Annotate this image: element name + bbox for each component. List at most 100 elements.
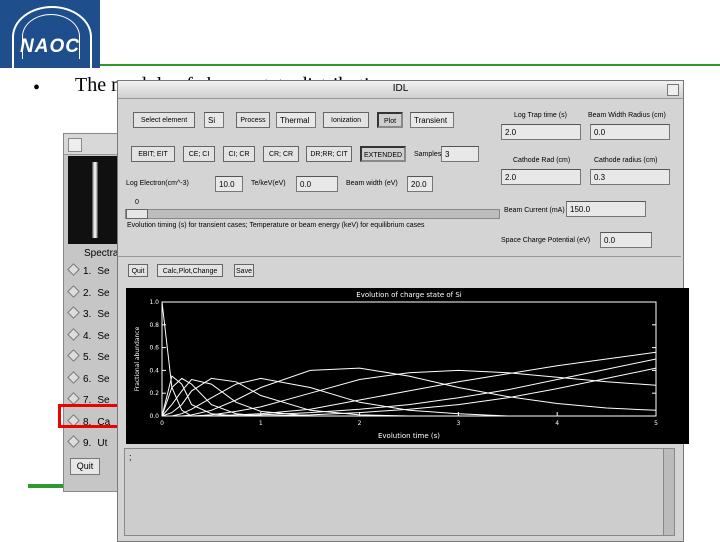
x-tick-label: 1 — [259, 420, 263, 427]
spectral-image — [68, 156, 124, 244]
log-density-label: Log Electron(cm^-3) — [126, 180, 189, 187]
calc-plot-change-button[interactable]: Calc,Plot,Change — [157, 264, 223, 277]
beam-width-field[interactable]: 20.0 — [407, 176, 433, 192]
quit-button[interactable]: Quit — [128, 264, 148, 277]
ebit-button[interactable]: EBIT; EIT — [131, 146, 175, 162]
log-trap-label: Log Trap time (s) — [514, 112, 567, 119]
te-label: Te/keV(eV) — [251, 180, 286, 187]
dr-rr-button[interactable]: DR;RR; CIT — [306, 146, 352, 162]
beam-radius-field[interactable]: 0.0 — [590, 124, 670, 140]
x-tick-label: 3 — [456, 420, 460, 427]
samples-label: Samples — [414, 151, 442, 158]
panel-separator — [118, 256, 681, 257]
process-field[interactable]: Thermal — [276, 112, 316, 128]
plot-canvas: Evolution of charge state of Si Evolution… — [134, 291, 658, 440]
window-title: IDL — [392, 83, 409, 94]
option-number: 9. — [83, 438, 92, 449]
logo-text: NAOC — [20, 36, 80, 57]
x-tick-label: 2 — [358, 420, 362, 427]
console-prompt: ; — [129, 452, 132, 462]
cathode-radius-field[interactable]: 0.3 — [590, 169, 670, 185]
radio-diamond-icon[interactable] — [67, 327, 80, 341]
option-label: Se — [97, 309, 110, 320]
x-tick-label: 0 — [160, 420, 164, 427]
radio-diamond-icon[interactable] — [67, 392, 80, 405]
bullet-point: • — [33, 77, 41, 99]
beam-current-field[interactable]: 150.0 — [566, 201, 646, 217]
slider-description: Evolution timing (s) for transient cases… — [127, 222, 425, 229]
plot-mode-button[interactable]: Plot — [377, 112, 403, 128]
radio-diamond-icon[interactable] — [67, 370, 80, 384]
window-menu-icon[interactable] — [68, 138, 82, 152]
y-tick-label: 0.2 — [149, 390, 159, 397]
spectral-section-title: Spectral — [84, 248, 121, 259]
x-tick-label: 5 — [654, 420, 658, 427]
console-output[interactable]: ; — [124, 448, 675, 536]
x-tick-label: 4 — [555, 420, 559, 427]
radio-diamond-icon[interactable] — [67, 284, 80, 298]
element-field[interactable]: Si — [204, 112, 224, 128]
back-window-titlebar[interactable] — [64, 134, 124, 155]
ce-ci-button[interactable]: CE; CI — [183, 146, 215, 162]
x-axis-label: Evolution time (s) — [378, 432, 440, 440]
save-button[interactable]: Save — [234, 264, 254, 277]
y-tick-label: 0.4 — [149, 367, 159, 374]
option-label: Se — [97, 287, 110, 299]
highlight-box — [58, 404, 123, 428]
window-close-icon[interactable] — [667, 84, 679, 96]
series-line-6 — [162, 377, 656, 417]
back-quit-button[interactable]: Quit — [70, 458, 100, 475]
radio-diamond-icon[interactable] — [67, 306, 80, 319]
log-density-field[interactable]: 10.0 — [215, 176, 243, 192]
option-label: Ut — [97, 438, 108, 449]
cathode-field[interactable]: 2.0 — [501, 169, 581, 185]
option-label: Se — [97, 330, 110, 342]
naoc-logo: NAOC — [0, 0, 100, 68]
radio-diamond-icon[interactable] — [67, 435, 80, 448]
radio-diamond-icon[interactable] — [67, 263, 80, 276]
select-element-button[interactable]: Select element — [133, 112, 195, 128]
mode-field[interactable]: Transient — [410, 112, 454, 128]
console-scrollbar[interactable] — [663, 449, 674, 535]
idl-window-titlebar[interactable]: IDL — [118, 81, 683, 99]
te-field[interactable]: 0.0 — [296, 176, 338, 192]
evolution-slider[interactable] — [125, 209, 500, 219]
samples-field[interactable]: 3 — [441, 146, 479, 162]
option-number: 1. — [83, 266, 92, 277]
log-trap-field[interactable]: 2.0 — [501, 124, 581, 140]
series-line-11 — [162, 367, 657, 417]
y-tick-label: 0.0 — [149, 413, 159, 420]
option-label: Se — [97, 352, 110, 363]
option-number: 3. — [83, 309, 92, 320]
slider-thumb[interactable] — [126, 209, 148, 219]
space-charge-field[interactable]: 0.0 — [600, 232, 652, 248]
beam-current-label: Beam Current (mA) — [504, 207, 565, 214]
option-label: Se — [97, 266, 110, 277]
header-rule — [100, 64, 720, 66]
spectral-window: Spectral 1. Se 2. Se 3. Se 4. Se 5. Se 6. Se 7. Se 8. C… — [63, 133, 125, 492]
y-tick-label: 0.6 — [149, 345, 159, 352]
process-button[interactable]: Process — [236, 112, 270, 128]
beam-width-label: Beam width (eV) — [346, 180, 398, 187]
y-axis-label: Fractional abundance — [134, 326, 141, 391]
series-line-1 — [161, 301, 656, 417]
option-number: 5. — [83, 352, 92, 363]
cathode-label: Cathode Rad (cm) — [513, 157, 571, 164]
option-label: Se — [97, 373, 110, 385]
ionization-button[interactable]: Ionization — [323, 112, 369, 128]
slider-value: 0 — [135, 199, 139, 206]
chart-title: Evolution of charge state of Si — [356, 291, 462, 299]
series-line-10 — [162, 358, 657, 417]
beam-radius-label: Beam Width Radius (cm) — [588, 112, 666, 119]
space-charge-label: Space Charge Potential (eV) — [501, 237, 591, 244]
extended-button[interactable]: EXTENDED — [360, 146, 406, 162]
charge-state-plot: Evolution of charge state of Si Evolution… — [126, 288, 689, 444]
cathode-radius-label: Cathode radius (cm) — [594, 157, 658, 164]
radio-diamond-icon[interactable] — [67, 349, 80, 362]
idl-window: IDL Select element Si Process Thermal Io… — [117, 80, 689, 542]
cr-cr-button[interactable]: CR; CR — [263, 146, 299, 162]
option-number: 4. — [83, 330, 92, 342]
y-tick-label: 0.8 — [149, 322, 159, 329]
ci-cr-button[interactable]: CI; CR — [223, 146, 255, 162]
option-number: 6. — [83, 373, 92, 385]
